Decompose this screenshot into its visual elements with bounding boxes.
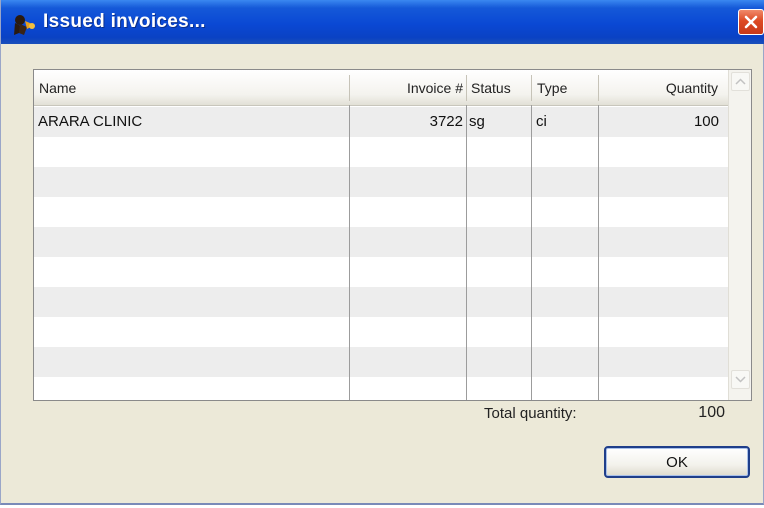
empty-row	[34, 317, 728, 347]
cell-type: ci	[536, 113, 547, 130]
chevron-down-icon	[735, 376, 746, 383]
empty-row	[34, 257, 728, 287]
empty-row	[34, 137, 728, 167]
scroll-up-button[interactable]	[731, 72, 750, 91]
vertical-scrollbar[interactable]	[728, 70, 751, 400]
column-header-name[interactable]: Name	[39, 70, 76, 105]
empty-row	[34, 167, 728, 197]
chevron-up-icon	[735, 78, 746, 85]
close-button[interactable]	[738, 9, 764, 35]
column-header-invoice[interactable]: Invoice #	[350, 70, 466, 105]
cell-status: sg	[469, 113, 485, 130]
close-icon	[744, 15, 758, 29]
column-gridline	[531, 105, 532, 400]
cell-quantity: 100	[693, 113, 719, 130]
cell-invoice-number: 3722	[429, 113, 463, 130]
column-header-quantity[interactable]: Quantity	[599, 70, 719, 105]
title-bar[interactable]: Issued invoices...	[1, 0, 764, 44]
column-gridline	[349, 105, 350, 400]
empty-row	[34, 197, 728, 227]
empty-row	[34, 287, 728, 317]
total-quantity-value: 100	[698, 404, 725, 421]
empty-row	[34, 377, 728, 400]
table-row[interactable]: ARARA CLINIC 3722 sg ci 100	[34, 107, 728, 137]
column-header-status[interactable]: Status	[471, 70, 511, 105]
app-logo-icon	[14, 15, 35, 35]
column-header-row: Name Invoice # Status Type Quantity	[34, 70, 728, 106]
empty-row	[34, 347, 728, 377]
cell-name: ARARA CLINIC	[38, 113, 143, 130]
column-gridline	[466, 105, 467, 400]
column-header-type[interactable]: Type	[537, 70, 567, 105]
total-quantity-label: Total quantity:	[484, 405, 577, 422]
column-divider	[466, 75, 467, 101]
column-divider	[531, 75, 532, 101]
scroll-down-button[interactable]	[731, 370, 750, 389]
empty-row	[34, 227, 728, 257]
invoice-list[interactable]: Name Invoice # Status Type Quantity ARAR…	[33, 69, 752, 401]
window-title: Issued invoices...	[43, 11, 206, 32]
column-gridline	[598, 105, 599, 400]
ok-button[interactable]: OK	[604, 446, 750, 478]
issued-invoices-dialog: Issued invoices... Name Invoice # Status…	[0, 0, 764, 505]
